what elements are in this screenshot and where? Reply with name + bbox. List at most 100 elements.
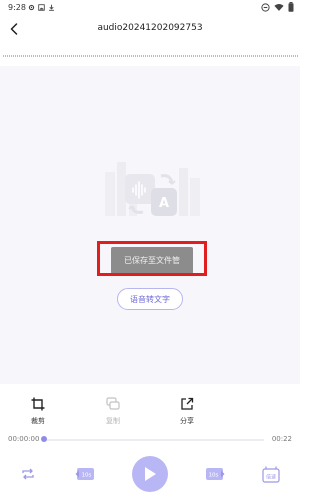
waveform-tick	[64, 55, 66, 57]
chevron-left-icon	[10, 23, 18, 35]
waveform-tick	[126, 55, 128, 57]
waveform-tick	[162, 55, 164, 57]
waveform-tick	[106, 55, 108, 57]
waveform-tick	[16, 55, 18, 57]
waveform-tick	[208, 55, 210, 57]
waveform-tick	[118, 55, 120, 57]
waveform-tick	[278, 55, 280, 57]
playback-progress: 00:00:00 00:22	[0, 434, 300, 446]
waveform-tick	[292, 55, 294, 57]
speech-to-text-button[interactable]: 语音转文字	[117, 288, 183, 310]
share-button[interactable]: 分享	[167, 396, 207, 432]
share-label: 分享	[180, 417, 194, 425]
waveform-tick	[248, 55, 250, 57]
waveform-tick	[134, 55, 136, 57]
waveform-tick	[148, 55, 150, 57]
waveform-tick	[30, 55, 32, 57]
waveform-tick	[70, 55, 72, 57]
waveform-tick	[166, 55, 168, 57]
back-button[interactable]	[6, 20, 22, 38]
waveform-tick	[82, 55, 84, 57]
waveform-tick	[178, 55, 180, 57]
waveform-tick	[276, 55, 278, 57]
progress-track[interactable]	[43, 439, 264, 441]
download-icon	[48, 4, 55, 11]
speech-to-text-label: 语音转文字	[130, 294, 170, 304]
waveform-tick	[8, 55, 10, 57]
repeat-icon	[22, 468, 34, 480]
waveform-tick	[234, 55, 236, 57]
waveform-tick	[280, 55, 282, 57]
waveform-tick	[246, 55, 248, 57]
header: audio20241202092753	[0, 16, 300, 46]
waveform-tick	[198, 55, 200, 57]
waveform-tick	[252, 55, 254, 57]
waveform-tick	[210, 55, 212, 57]
waveform-tick	[250, 55, 252, 57]
waveform-tick	[220, 55, 222, 57]
waveform-tick	[192, 55, 194, 57]
status-time: 9:28	[8, 3, 26, 12]
waveform-tick	[152, 55, 154, 57]
waveform-tick	[224, 55, 226, 57]
waveform-tick	[294, 55, 296, 57]
waveform-tick	[226, 55, 228, 57]
waveform-tick	[84, 55, 86, 57]
waveform-tick	[184, 55, 186, 57]
waveform-tick	[4, 55, 6, 57]
playback-controls: 10s 10s 倍速	[0, 452, 300, 498]
waveform-tick	[80, 55, 82, 57]
speed-label: 倍速	[266, 474, 276, 481]
copy-button[interactable]: 复制	[93, 396, 133, 432]
waveform-tick	[100, 55, 102, 57]
repeat-button[interactable]	[20, 466, 36, 482]
waveform-tick	[200, 55, 202, 57]
wifi-icon	[274, 3, 284, 14]
forward-10s-button[interactable]: 10s	[205, 465, 225, 483]
waveform-tick	[150, 55, 152, 57]
waveform-tick	[212, 55, 214, 57]
transcript-area: A 已保存至文件管 语音转文字	[0, 66, 300, 384]
waveform-tick	[76, 55, 78, 57]
waveform-tick	[20, 55, 22, 57]
waveform-tick	[120, 55, 122, 57]
waveform-tick	[180, 55, 182, 57]
waveform-tick	[186, 55, 188, 57]
waveform-tick	[48, 55, 50, 57]
waveform-tick	[110, 55, 112, 57]
waveform-tick	[58, 55, 60, 57]
play-button[interactable]	[132, 456, 168, 492]
waveform-tick	[136, 55, 138, 57]
progress-knob[interactable]	[41, 436, 47, 442]
waveform-tick	[26, 55, 28, 57]
waveform-tick	[202, 55, 204, 57]
play-icon	[145, 467, 156, 481]
waveform-tick	[288, 55, 290, 57]
waveform-tick	[36, 55, 38, 57]
waveform-tick	[60, 55, 62, 57]
rewind-10s-button[interactable]: 10s	[75, 465, 95, 483]
waveform-tick	[132, 55, 134, 57]
waveform-tick	[182, 55, 184, 57]
waveform-tick	[102, 55, 104, 57]
waveform-tick	[268, 55, 270, 57]
waveform-tick	[24, 55, 26, 57]
waveform-tick	[32, 55, 34, 57]
waveform-tick	[50, 55, 52, 57]
waveform-tick	[14, 55, 16, 57]
gallery-icon	[38, 4, 45, 11]
copy-icon	[105, 396, 121, 412]
waveform-tick	[56, 55, 58, 57]
waveform-tick	[94, 55, 96, 57]
waveform-tick	[28, 55, 30, 57]
waveform-tick	[160, 55, 162, 57]
speed-button[interactable]: 倍速	[262, 464, 280, 484]
crop-button[interactable]: 裁剪	[18, 396, 58, 432]
waveform-tick	[190, 55, 192, 57]
waveform-tick	[176, 55, 178, 57]
waveform-tick	[204, 55, 206, 57]
waveform-strip[interactable]	[0, 52, 300, 60]
waveform-tick	[138, 55, 140, 57]
waveform-tick	[172, 55, 174, 57]
settings-icon	[28, 4, 35, 11]
